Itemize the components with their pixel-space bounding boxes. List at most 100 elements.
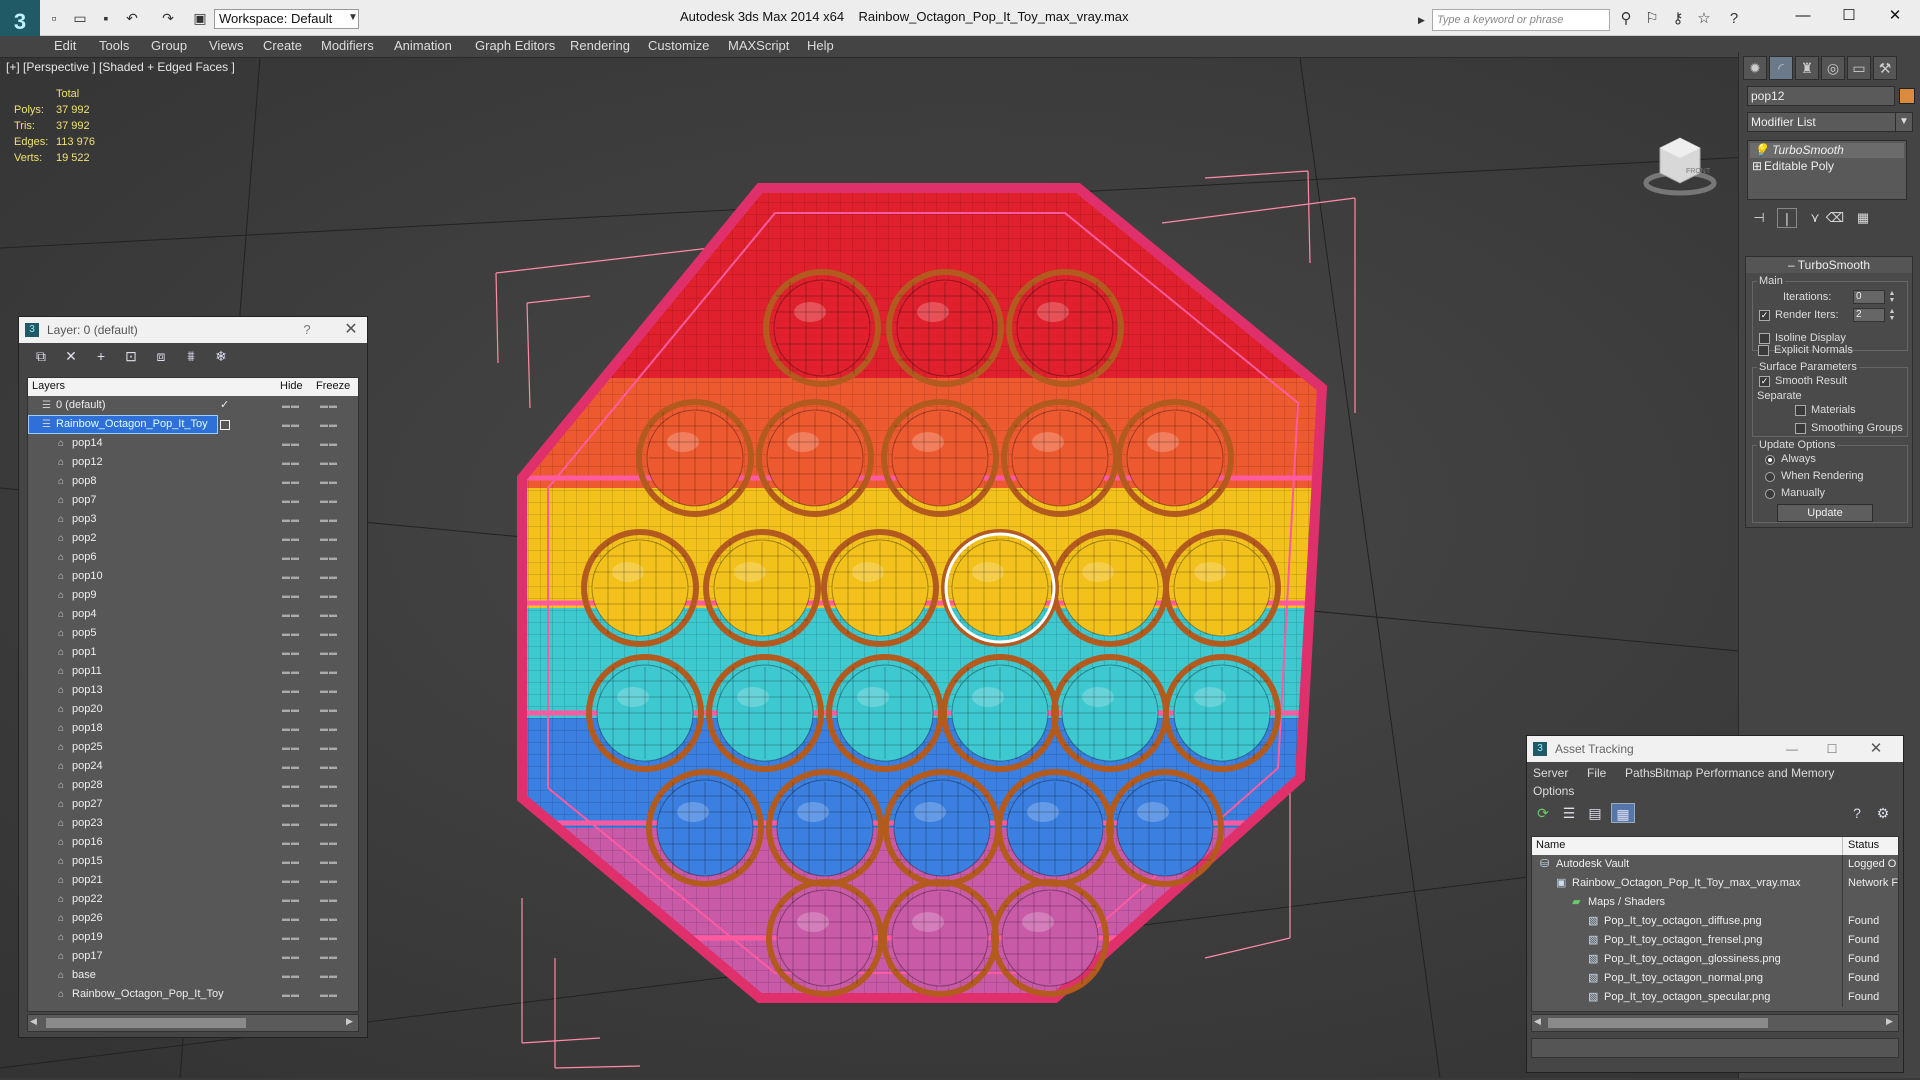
layer-row[interactable]: ⌂ pop26 ▬▬ ▬▬	[28, 909, 358, 928]
hide-toggle-icon[interactable]: ▬▬	[282, 472, 300, 491]
freeze-toggle-icon[interactable]: ▬▬	[320, 415, 338, 434]
freeze-toggle-icon[interactable]: ▬▬	[320, 890, 338, 909]
workspace-dropdown[interactable]: Workspace: Default	[214, 9, 359, 29]
render-iters-checkbox[interactable]: ✓	[1759, 310, 1770, 321]
menu-views[interactable]: Views	[209, 38, 243, 53]
layer-row[interactable]: ⌂ pop11 ▬▬ ▬▬	[28, 662, 358, 681]
make-unique-icon[interactable]: ⋎	[1805, 208, 1825, 228]
layer-window-titlebar[interactable]: 3 Layer: 0 (default) ? ✕	[19, 317, 367, 343]
scroll-right-icon[interactable]: ▶	[346, 1016, 353, 1027]
hide-toggle-icon[interactable]: ▬▬	[282, 491, 300, 510]
utilities-tab-icon[interactable]: ⚒	[1873, 56, 1897, 80]
hide-toggle-icon[interactable]: ▬▬	[282, 928, 300, 947]
hide-toggle-icon[interactable]: ▬▬	[282, 833, 300, 852]
asset-row[interactable]: ▧ Pop_It_toy_octagon_frensel.png Found	[1532, 931, 1898, 950]
scrollbar-thumb[interactable]	[1548, 1018, 1768, 1028]
hide-toggle-icon[interactable]: ▬▬	[282, 795, 300, 814]
smoothing-groups-checkbox[interactable]	[1795, 423, 1806, 434]
help-icon[interactable]: ?	[1722, 9, 1746, 29]
close-icon[interactable]: ✕	[339, 317, 363, 343]
freeze-toggle-icon[interactable]: ▬▬	[320, 567, 338, 586]
freeze-toggle-icon[interactable]: ▬▬	[320, 719, 338, 738]
layer-row[interactable]: ⌂ Rainbow_Octagon_Pop_It_Toy ▬▬ ▬▬	[28, 985, 358, 1004]
modifier-list-dropdown[interactable]: Modifier List	[1747, 112, 1907, 132]
hide-toggle-icon[interactable]: ▬▬	[282, 871, 300, 890]
layer-row[interactable]: ⌂ pop23 ▬▬ ▬▬	[28, 814, 358, 833]
freeze-column-header[interactable]: Freeze	[316, 380, 350, 392]
layer-row[interactable]: ⌂ pop22 ▬▬ ▬▬	[28, 890, 358, 909]
horizontal-scrollbar[interactable]: ◀ ▶	[27, 1014, 359, 1032]
freeze-toggle-icon[interactable]: ▬▬	[320, 928, 338, 947]
freeze-toggle-icon[interactable]: ▬▬	[320, 510, 338, 529]
search-input[interactable]: Type a keyword or phrase	[1432, 9, 1610, 31]
layer-row[interactable]: ⌂ pop18 ▬▬ ▬▬	[28, 719, 358, 738]
layer-row[interactable]: ⌂ pop24 ▬▬ ▬▬	[28, 757, 358, 776]
layer-row[interactable]: ⌂ pop8 ▬▬ ▬▬	[28, 472, 358, 491]
highlight-layer-icon[interactable]: ⧈	[149, 346, 173, 366]
layer-row[interactable]: ⌂ pop6 ▬▬ ▬▬	[28, 548, 358, 567]
freeze-toggle-icon[interactable]: ▬▬	[320, 985, 338, 1004]
hide-toggle-icon[interactable]: ▬▬	[282, 909, 300, 928]
redo-icon[interactable]: ↷	[158, 9, 178, 27]
chevron-down-icon[interactable]: ▼	[345, 9, 361, 29]
freeze-toggle-icon[interactable]: ▬▬	[320, 529, 338, 548]
layer-row[interactable]: ⌂ base ▬▬ ▬▬	[28, 966, 358, 985]
delete-layer-icon[interactable]: ✕	[59, 346, 83, 366]
layer-row[interactable]: ✓ ☰ 0 (default) ▬▬ ▬▬	[28, 396, 358, 415]
asset-row[interactable]: ▧ Pop_It_toy_octagon_glossiness.png Found	[1532, 950, 1898, 969]
layer-row[interactable]: ⌂ pop16 ▬▬ ▬▬	[28, 833, 358, 852]
add-to-layer-icon[interactable]: +	[89, 346, 113, 366]
freeze-toggle-icon[interactable]: ▬▬	[320, 757, 338, 776]
configure-modifier-sets-icon[interactable]: ▦	[1853, 208, 1873, 228]
layer-row[interactable]: ⌂ pop14 ▬▬ ▬▬	[28, 434, 358, 453]
freeze-toggle-icon[interactable]: ▬▬	[320, 453, 338, 472]
hide-toggle-icon[interactable]: ▬▬	[282, 700, 300, 719]
save-icon[interactable]: ▪	[96, 9, 116, 27]
freeze-toggle-icon[interactable]: ▬▬	[320, 434, 338, 453]
stack-item-editable-poly[interactable]: ⊞ Editable Poly	[1750, 159, 1904, 174]
layer-row[interactable]: ⌂ pop4 ▬▬ ▬▬	[28, 605, 358, 624]
display-tab-icon[interactable]: ▭	[1847, 56, 1871, 80]
new-file-icon[interactable]: ▫	[44, 9, 64, 27]
project-folder-icon[interactable]: ▣	[190, 9, 210, 27]
favorites-star-icon[interactable]: ☆	[1692, 9, 1716, 29]
asset-row[interactable]: ▧ Pop_It_toy_octagon_normal.png Found	[1532, 969, 1898, 988]
table-view-icon[interactable]: ▦	[1611, 803, 1635, 823]
update-button[interactable]: Update	[1777, 504, 1873, 522]
hide-toggle-icon[interactable]: ▬▬	[282, 719, 300, 738]
status-column-header[interactable]: Status	[1848, 839, 1879, 851]
freeze-toggle-icon[interactable]: ▬▬	[320, 491, 338, 510]
settings-icon[interactable]: ⚙	[1871, 803, 1895, 823]
viewport-label[interactable]: [+] [Perspective ] [Shaded + Edged Faces…	[6, 60, 235, 74]
object-color-swatch[interactable]	[1899, 88, 1915, 104]
menu-edit[interactable]: Edit	[54, 38, 76, 53]
asset-row[interactable]: ▰ Maps / Shaders	[1532, 893, 1898, 912]
show-end-result-icon[interactable]: ❘	[1777, 208, 1797, 228]
layer-row[interactable]: ⌂ pop15 ▬▬ ▬▬	[28, 852, 358, 871]
hide-toggle-icon[interactable]: ▬▬	[282, 662, 300, 681]
scroll-left-icon[interactable]: ◀	[30, 1016, 37, 1027]
layer-row[interactable]: ⌂ pop9 ▬▬ ▬▬	[28, 586, 358, 605]
maximize-button[interactable]: ☐	[1826, 4, 1872, 28]
asset-row[interactable]: ▣ Rainbow_Octagon_Pop_It_Toy_max_vray.max…	[1532, 874, 1898, 893]
modify-tab-icon[interactable]: ◜	[1769, 56, 1793, 80]
active-layer-check-icon[interactable]: ✓	[220, 396, 229, 415]
hide-toggle-icon[interactable]: ▬▬	[282, 396, 300, 415]
iterations-spinner[interactable]: 0	[1853, 290, 1885, 304]
hide-toggle-icon[interactable]: ▬▬	[282, 586, 300, 605]
hide-toggle-icon[interactable]: ▬▬	[282, 814, 300, 833]
freeze-toggle-icon[interactable]: ▬▬	[320, 643, 338, 662]
pin-stack-icon[interactable]: ⊣	[1749, 208, 1769, 228]
freeze-toggle-icon[interactable]: ▬▬	[320, 947, 338, 966]
hide-toggle-icon[interactable]: ▬▬	[282, 985, 300, 1004]
layer-row[interactable]: ⌂ pop25 ▬▬ ▬▬	[28, 738, 358, 757]
scroll-right-icon[interactable]: ▶	[1886, 1016, 1893, 1027]
layer-row[interactable]: ☰ Rainbow_Octagon_Pop_It_Toy ▬▬ ▬▬	[28, 415, 358, 434]
hide-column-header[interactable]: Hide	[280, 380, 303, 392]
freeze-toggle-icon[interactable]: ▬▬	[320, 852, 338, 871]
layer-row[interactable]: ⌂ pop28 ▬▬ ▬▬	[28, 776, 358, 795]
scrollbar-thumb[interactable]	[46, 1018, 246, 1028]
current-layer-box-icon[interactable]	[220, 420, 230, 430]
close-icon[interactable]: ✕	[1861, 736, 1891, 762]
hide-toggle-icon[interactable]: ▬▬	[282, 624, 300, 643]
